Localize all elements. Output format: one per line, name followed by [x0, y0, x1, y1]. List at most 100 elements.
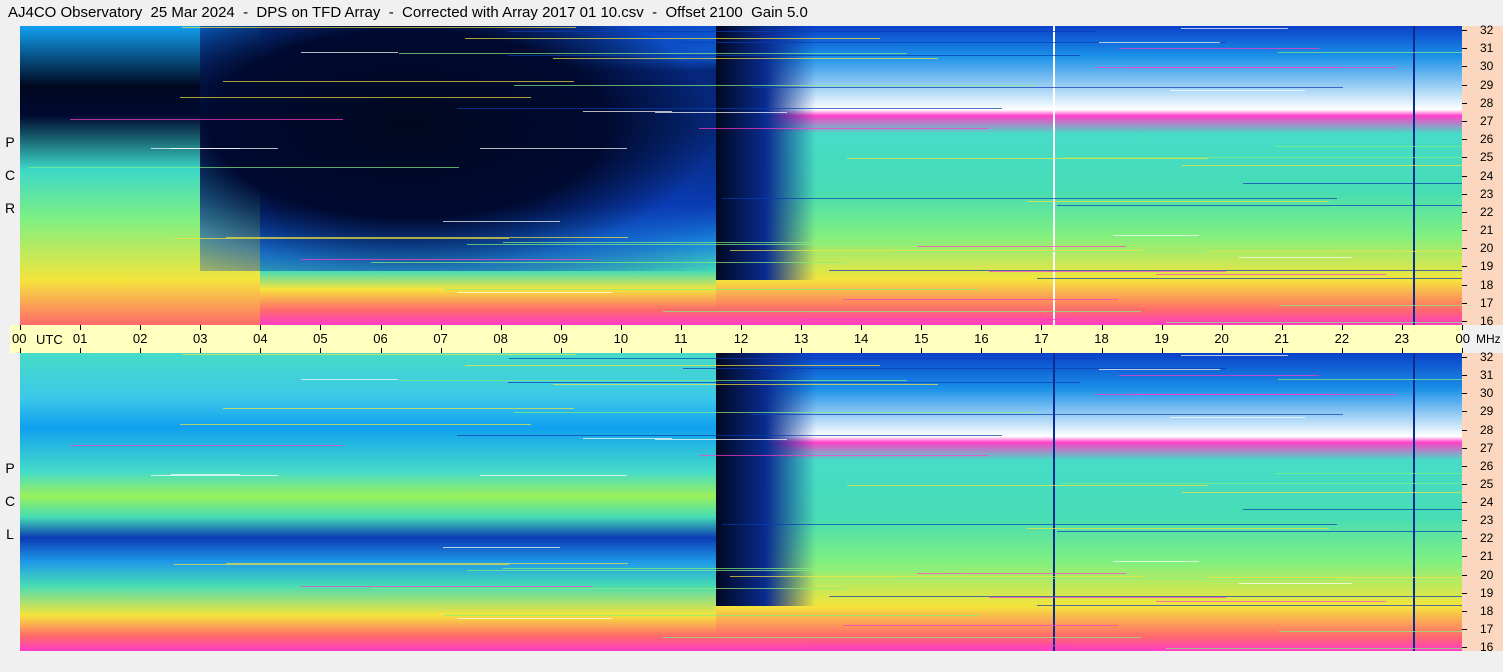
time-tick-label: 01: [72, 331, 88, 346]
time-tick: [620, 348, 622, 353]
frequency-tick: [1462, 610, 1467, 612]
frequency-tick: [1462, 411, 1467, 413]
interference-streak: [803, 319, 1078, 320]
interference-streak: [70, 445, 343, 446]
interference-streak: [847, 158, 1208, 159]
interference-streak: [1027, 528, 1329, 529]
time-tick-label: 16: [974, 331, 989, 346]
time-tick: [921, 348, 923, 353]
interference-streak: [301, 52, 398, 53]
interference-streak: [895, 578, 1335, 579]
interference-streak: [457, 292, 612, 293]
time-tick-label: 14: [853, 331, 869, 346]
interference-streak: [480, 148, 627, 149]
interference-streak: [223, 81, 574, 82]
interference-streak: [989, 271, 1226, 272]
time-tick: [1101, 325, 1103, 330]
interference-streak: [1037, 605, 1462, 606]
time-tick-label: 23: [1394, 331, 1410, 346]
interference-streak: [751, 87, 1343, 88]
frequency-tick: [1462, 230, 1467, 232]
frequency-tick: [1462, 429, 1467, 431]
frequency-tick-label: 26: [1480, 458, 1494, 473]
time-tick: [20, 348, 21, 353]
interference-streak: [508, 55, 1080, 56]
pol-letter: L: [6, 526, 14, 542]
time-tick: [1221, 348, 1223, 353]
time-tick-label: 19: [1154, 331, 1169, 346]
interference-streak: [465, 365, 880, 366]
pol-letter: C: [4, 167, 16, 183]
frequency-tick-label: 17: [1480, 295, 1494, 310]
frequency-tick: [1462, 357, 1467, 358]
frequency-tick: [1462, 139, 1467, 141]
interference-streak: [843, 299, 1118, 300]
time-tick: [380, 348, 382, 353]
frequency-tick-label: 30: [1480, 386, 1494, 401]
interference-streak: [1099, 42, 1220, 43]
time-tick: [741, 325, 742, 330]
vertical-burst-line: [1413, 26, 1415, 325]
time-tick: [1281, 325, 1283, 330]
time-tick: [1041, 325, 1043, 330]
interference-streak: [457, 435, 1002, 436]
frequency-tick-label: 20: [1480, 567, 1494, 582]
frequency-tick: [1462, 66, 1467, 68]
frequency-tick: [1462, 30, 1467, 31]
interference-streak: [182, 354, 576, 355]
frequency-tick: [1462, 393, 1467, 395]
interference-streak: [509, 358, 1095, 359]
frequency-axis-top: 32 31 30 29 28 27 26 25 24 23 22 21 20 19 18 17 16: [1462, 24, 1503, 327]
spectrogram-rcp: [20, 26, 1462, 325]
interference-streak: [151, 475, 278, 476]
bottom-polarization-label: P C L: [0, 452, 20, 551]
frequency-tick-label: 25: [1480, 150, 1494, 165]
frequency-tick: [1462, 48, 1467, 50]
interference-streak: [843, 625, 1118, 626]
time-tick-label: 12: [733, 331, 749, 346]
frequency-tick: [1462, 302, 1467, 304]
frequency-tick-label: 27: [1480, 113, 1494, 128]
interference-streak: [1181, 355, 1288, 356]
time-tick: [1341, 325, 1343, 330]
spectrogram-day-side: [716, 353, 1462, 651]
time-tick-label: 15: [914, 331, 929, 346]
time-tick: [741, 348, 742, 353]
frequency-tick: [1462, 120, 1467, 122]
interference-streak: [1279, 305, 1462, 306]
frequency-tick-label: 19: [1480, 259, 1494, 274]
interference-streak: [847, 485, 1208, 486]
interference-streak: [1239, 583, 1352, 584]
time-tick-label: 02: [132, 331, 148, 346]
time-tick: [20, 325, 21, 330]
spectrogram-night-mask: [200, 26, 720, 272]
interference-streak: [1275, 473, 1462, 474]
interference-streak: [371, 588, 845, 589]
frequency-tick-label: 28: [1480, 95, 1494, 110]
time-tick: [440, 325, 442, 330]
interference-streak: [480, 475, 627, 476]
interference-streak: [1099, 369, 1220, 370]
frequency-tick-label: 19: [1480, 585, 1494, 600]
interference-streak: [1275, 146, 1462, 147]
interference-streak: [1278, 379, 1462, 380]
time-tick: [200, 348, 202, 353]
interference-streak: [301, 259, 593, 260]
time-tick-label: 17: [1034, 331, 1049, 346]
time-tick: [1401, 348, 1403, 353]
time-axis: 00 01 02 03 04 05 06 07 08 09 10 11 12 13 14 15 16 17 18 19…: [10, 325, 1470, 353]
time-tick: [981, 325, 983, 330]
time-tick: [500, 348, 502, 353]
time-tick: [1462, 325, 1463, 330]
time-tick-label: 06: [373, 331, 388, 346]
frequency-tick-label: 20: [1480, 241, 1494, 256]
time-tick: [1161, 348, 1163, 353]
frequency-tick-label: 31: [1480, 41, 1494, 56]
frequency-tick-label: 18: [1480, 277, 1494, 292]
spectrogram-lcp: [20, 353, 1462, 651]
frequency-tick-label: 18: [1480, 603, 1494, 618]
frequency-tick-label: 21: [1480, 223, 1494, 238]
frequency-tick: [1462, 193, 1467, 195]
interference-streak: [503, 242, 962, 243]
frequency-tick: [1462, 502, 1467, 503]
